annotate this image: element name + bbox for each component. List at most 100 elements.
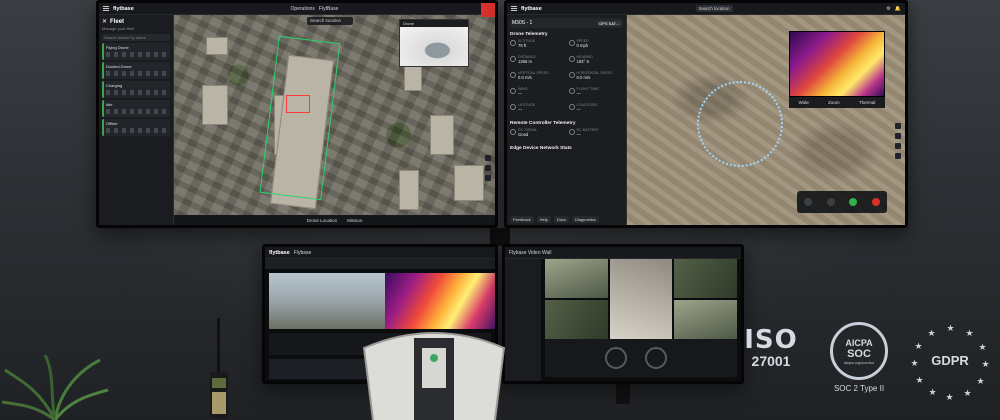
alert-indicator[interactable] (481, 3, 495, 17)
star-icon: ★ (945, 392, 954, 402)
zoom-out-icon[interactable] (895, 133, 901, 139)
telemetry-cell: FLIGHT TIME — (568, 87, 624, 101)
map-search-input[interactable]: Search location (307, 17, 353, 25)
fleet-subtitle: Manage your fleet (102, 26, 135, 31)
flight-control-dock (797, 191, 887, 213)
star-icon: ★ (965, 328, 974, 338)
star-icon: ★ (914, 341, 923, 351)
brand-logo: flytbase (269, 249, 290, 256)
zoom-mode-button[interactable]: Zoom (828, 100, 840, 105)
fleet-list-item[interactable]: Charging (102, 81, 170, 98)
header-right: FlytBase (318, 5, 339, 12)
orbit-flight-path (697, 81, 783, 167)
layers-icon[interactable] (485, 175, 491, 181)
settings-icon[interactable]: ⚙ (886, 6, 890, 12)
diagnostics-button[interactable]: Diagnostics (571, 216, 599, 223)
telemetry-cell: WIND — (510, 87, 565, 101)
zoom-out-icon[interactable] (485, 165, 491, 171)
camera-mode-bar: Wide Zoom Thermal (789, 97, 885, 108)
vertical-speed-icon (510, 72, 516, 78)
telemetry-cell: SPEED 0 mph (568, 39, 624, 53)
go-button[interactable] (849, 198, 858, 206)
building (454, 165, 484, 201)
rc-telemetry-grid: RC SIGNAL Good RC BATTERY — (510, 128, 623, 142)
status-icons (106, 109, 168, 114)
telemetry-cell: HORIZONTAL SPEED 0.0 m/s (568, 71, 624, 85)
star-icon: ★ (915, 375, 924, 385)
altitude-icon (510, 40, 516, 46)
docs-button[interactable]: Docs (553, 216, 569, 223)
gdpr-badge: ★ ★ ★ ★ ★ ★ ★ ★ ★ ★ ★ ★ GDPR (910, 322, 990, 402)
feedback-button[interactable]: Feedback (510, 216, 534, 223)
zoom-in-icon[interactable] (485, 155, 491, 161)
notification-icon[interactable]: 🔔 (895, 6, 901, 12)
handheld-radio (210, 318, 228, 418)
drone-video-pip[interactable]: Drone (399, 19, 469, 67)
mission-button[interactable]: Mission (347, 218, 362, 223)
thermal-mode-button[interactable]: Thermal (859, 100, 876, 105)
drone-name: M30S - 1 (512, 20, 533, 26)
status-icons (106, 90, 168, 95)
recenter-icon[interactable] (895, 153, 901, 159)
status-icons (106, 71, 168, 76)
rth-button[interactable] (826, 198, 835, 206)
star-icon: ★ (976, 376, 985, 386)
fleet-search-input[interactable]: Search device by name (102, 34, 170, 41)
fleet-panel: ✕ Fleet Manage your fleet Search device … (99, 15, 174, 225)
rc-battery-icon (568, 129, 575, 135)
drone-location-button[interactable]: Drone Location (307, 218, 338, 223)
thermal-camera-feed[interactable] (789, 31, 885, 97)
wide-mode-button[interactable]: Wide (799, 100, 809, 105)
toolbar (265, 259, 495, 269)
star-icon: ★ (946, 323, 955, 333)
telemetry-cell: RC SIGNAL Good (510, 128, 565, 142)
telemetry-grid: ALTITUDE 78 ft SPEED 0 mph DISTANCE 1266 m … (510, 39, 623, 117)
land-button[interactable] (804, 198, 813, 206)
stop-button[interactable] (871, 198, 880, 206)
rc-telemetry-heading: Remote Controller Telemetry (510, 121, 576, 126)
fleet-title: ✕ Fleet (102, 18, 125, 26)
top-app-bar: flytbase Search location ⚙ 🔔 (507, 3, 905, 15)
video-tile[interactable] (674, 259, 737, 298)
zoom-in-icon[interactable] (895, 123, 901, 129)
fleet-list-item[interactable]: Offline (102, 119, 170, 136)
bottom-right-monitor: Flybase Video Wall (502, 244, 744, 384)
menu-icon[interactable] (103, 6, 109, 11)
plant (1, 354, 109, 420)
speed-icon (568, 40, 575, 46)
longitude-icon (568, 104, 575, 110)
top-app-bar: flytbase Operations FlytBase (99, 3, 495, 15)
fleet-list-item[interactable]: Docked Drone (102, 62, 170, 79)
soc2-label: SOC 2 Type II (833, 384, 885, 393)
drone-header: M30S - 1 GPS SAT... (510, 18, 623, 28)
left-monitor-fleet-view: flytbase Operations FlytBase ✕ Fleet Man… (96, 0, 498, 228)
video-tile[interactable] (545, 259, 608, 298)
brand-logo: flytbase (521, 5, 542, 12)
video-tile[interactable] (674, 300, 737, 339)
video-tile[interactable] (609, 259, 673, 339)
gps-badge: GPS SAT... (597, 20, 621, 26)
horizontal-speed-icon (568, 72, 575, 78)
help-button[interactable]: Help (536, 216, 551, 223)
telemetry-cell: LONGITUDE — (568, 103, 624, 117)
map-search-input[interactable]: Search location (695, 5, 733, 12)
top-app-bar: Flybase Video Wall (505, 247, 741, 259)
menu-icon[interactable] (511, 6, 517, 11)
building (206, 37, 228, 55)
building (202, 85, 228, 125)
office-chair (362, 332, 506, 420)
edge-network-heading[interactable]: Edge Device Network Stats (510, 146, 623, 151)
layers-icon[interactable] (895, 143, 901, 149)
right-monitor-telemetry-view: flytbase Search location ⚙ 🔔 M30S - 1 GP… (504, 0, 908, 228)
flight-time-icon (568, 88, 575, 94)
telemetry-cell: VERTICAL SPEED 0.0 m/s (510, 71, 565, 85)
video-tile[interactable] (545, 300, 608, 339)
dpad-control[interactable] (645, 347, 667, 369)
rc-signal-icon (510, 129, 516, 135)
close-icon[interactable]: ✕ (102, 18, 107, 25)
heading-icon (568, 56, 575, 62)
wind-icon (510, 88, 516, 94)
fleet-list-item[interactable]: Flying Drone (102, 43, 170, 60)
fleet-list-item[interactable]: Idle (102, 100, 170, 117)
dpad-control[interactable] (605, 347, 627, 369)
